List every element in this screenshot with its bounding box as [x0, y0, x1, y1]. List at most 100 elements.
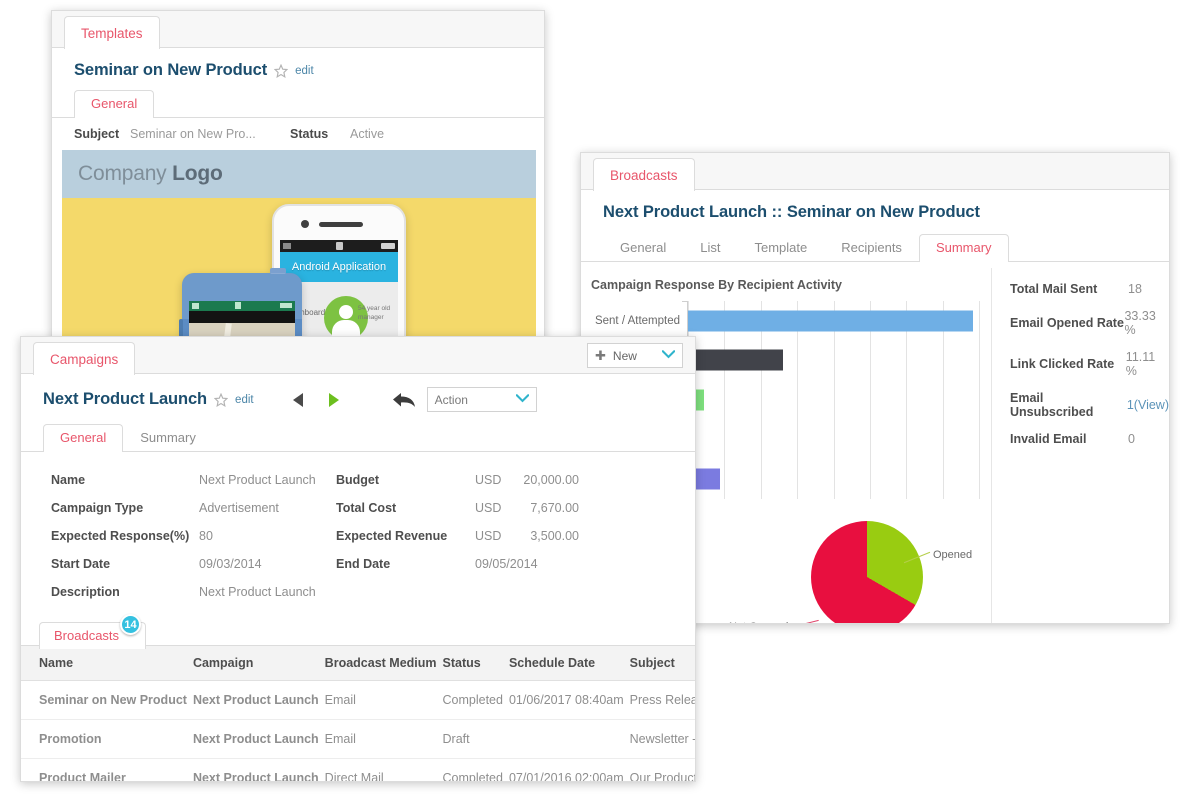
phone-statusbar — [280, 240, 398, 252]
pie-slices — [811, 521, 923, 623]
campaigns-tabstrip: Campaigns ✚ New — [21, 337, 695, 375]
favorite-star-icon[interactable] — [213, 392, 229, 407]
field-label-end-date: End Date — [336, 557, 391, 571]
tab-template[interactable]: Template — [737, 234, 824, 262]
amount: 7,670.00 — [530, 501, 579, 515]
templates-title-row: Seminar on New Product edit — [52, 48, 544, 80]
tab-summary[interactable]: Summary — [123, 424, 213, 452]
stat-value-email-opened-rate: 33.33 % — [1124, 309, 1156, 337]
column-header-status[interactable]: Status — [442, 646, 509, 681]
field-value-name: Next Product Launch — [199, 473, 316, 487]
edit-link[interactable]: edit — [295, 65, 314, 77]
stat-row: Link Clicked Rate 11.11 % — [1010, 350, 1169, 378]
battery-icon — [280, 303, 292, 308]
stat-row: Invalid Email 0 — [1010, 432, 1169, 446]
action-select[interactable]: Action — [426, 387, 537, 412]
stat-row: Total Mail Sent 18 — [1010, 282, 1169, 296]
cell-status: Draft — [442, 719, 509, 759]
column-header-subject[interactable]: Subject — [629, 646, 695, 681]
cell-campaign[interactable]: Next Product Launch — [192, 719, 325, 759]
stat-label-link-clicked-rate: Link Clicked Rate — [1010, 357, 1115, 371]
subject-value: Seminar on New Pro... — [130, 127, 256, 141]
favorite-star-icon[interactable] — [273, 63, 289, 78]
templates-subtabs: General — [52, 88, 544, 118]
cell-schedule-date: 07/01/2016 02:00am — [508, 758, 630, 781]
logo-word-company: Company — [78, 162, 167, 185]
record-toolbar: Action — [292, 387, 537, 412]
page-title-broadcast: Seminar on New Product — [786, 203, 980, 221]
campaigns-panel: Campaigns ✚ New Next Product Launch edit — [20, 336, 696, 782]
status-label: Status — [290, 127, 329, 141]
new-button[interactable]: ✚ New — [587, 343, 683, 368]
tab-general[interactable]: General — [74, 90, 155, 118]
next-record-icon[interactable] — [328, 392, 339, 407]
templates-tabstrip: Templates — [52, 11, 544, 49]
tab-broadcasts-related[interactable]: Broadcasts 14 — [39, 614, 147, 649]
cell-status: Completed — [442, 758, 509, 781]
logo-word-logo: Logo — [172, 162, 223, 185]
table-header-row: Name Campaign Broadcast Medium Status Sc… — [21, 646, 695, 681]
stat-row: Email Opened Rate 33.33 % — [1010, 309, 1169, 337]
cell-campaign[interactable]: Next Product Launch — [192, 680, 325, 720]
field-label-campaign-type: Campaign Type — [51, 501, 144, 515]
signal-icon — [192, 303, 199, 309]
column-header-campaign[interactable]: Campaign — [192, 646, 325, 681]
tab-general[interactable]: General — [603, 234, 683, 262]
tab-summary[interactable]: Summary — [918, 234, 1009, 262]
chevron-down-icon — [661, 349, 676, 362]
field-label-start-date: Start Date — [51, 557, 111, 571]
stat-value-invalid-email: 0 — [1128, 432, 1135, 446]
broadcasts-subtabs: General List Template Recipients Summary — [581, 232, 1169, 262]
currency-code: USD — [475, 473, 502, 487]
subject-label: Subject — [74, 127, 120, 141]
field-value-start-date: 09/03/2014 — [199, 557, 262, 571]
cell-subject: Press Release -1 — [629, 680, 695, 720]
cell-medium: Email — [324, 680, 443, 720]
bar-chart-category-label: Sent / Attempted — [594, 314, 680, 327]
edit-link[interactable]: edit — [235, 394, 254, 406]
back-icon[interactable] — [391, 390, 417, 410]
table-row[interactable]: Product Mailer Next Product Launch Direc… — [21, 758, 695, 781]
column-header-name[interactable]: Name — [21, 646, 193, 681]
stat-value-total-mail-sent: 18 — [1128, 282, 1142, 296]
template-hero-image: Android Application Dashboard 54 year ol… — [62, 198, 536, 339]
blue-phone-screen: FIND THE LOCATION Use Technology anytime… — [189, 301, 295, 339]
campaigns-title-row: Next Product Launch edit Action — [21, 374, 695, 412]
lock-icon — [235, 302, 241, 309]
table-row[interactable]: Seminar on New Product Next Product Laun… — [21, 680, 695, 720]
cell-name[interactable]: Promotion — [21, 719, 193, 759]
column-header-schedule-date[interactable]: Schedule Date — [508, 646, 630, 681]
broadcasts-subsection-tabs: Broadcasts 14 — [21, 614, 695, 649]
stat-label-email-opened-rate: Email Opened Rate — [1010, 316, 1124, 330]
cell-name[interactable]: Seminar on New Product — [21, 680, 193, 720]
field-label-expected-revenue: Expected Revenue — [336, 529, 448, 543]
tab-list[interactable]: List — [683, 234, 737, 262]
field-label-name: Name — [51, 473, 86, 487]
field-value-description: Next Product Launch — [199, 585, 316, 599]
page-title-separator: :: — [771, 203, 783, 221]
table-row[interactable]: Promotion Next Product Launch Email Draf… — [21, 719, 695, 759]
pie-leader-line-not-opened — [793, 619, 819, 623]
screenshot-stage: Templates Seminar on New Product edit Ge… — [0, 0, 1200, 800]
stat-label-invalid-email: Invalid Email — [1010, 432, 1087, 446]
tab-campaigns[interactable]: Campaigns — [33, 342, 136, 375]
previous-record-icon[interactable] — [292, 392, 303, 407]
cell-name[interactable]: Product Mailer — [21, 758, 193, 781]
cell-campaign[interactable]: Next Product Launch — [192, 758, 325, 781]
field-value-total-cost: USD 7,670.00 — [475, 494, 695, 522]
currency-code: USD — [475, 501, 502, 515]
gridline — [979, 301, 980, 499]
page-title: Seminar on New Product — [74, 61, 268, 79]
tab-recipients[interactable]: Recipients — [824, 234, 919, 262]
column-header-broadcast-medium[interactable]: Broadcast Medium — [324, 646, 443, 681]
pie-label-not-opened: Not Opened — [729, 621, 788, 623]
tab-broadcasts[interactable]: Broadcasts — [593, 158, 695, 191]
tab-general[interactable]: General — [43, 424, 124, 452]
signal-icon — [283, 243, 291, 249]
tab-templates[interactable]: Templates — [64, 16, 160, 49]
page-title: Next Product Launch :: Seminar on New Pr… — [603, 203, 980, 222]
stat-value-email-unsubscribed[interactable]: 1(View) — [1127, 398, 1169, 412]
pie-label-opened: Opened — [933, 549, 973, 561]
